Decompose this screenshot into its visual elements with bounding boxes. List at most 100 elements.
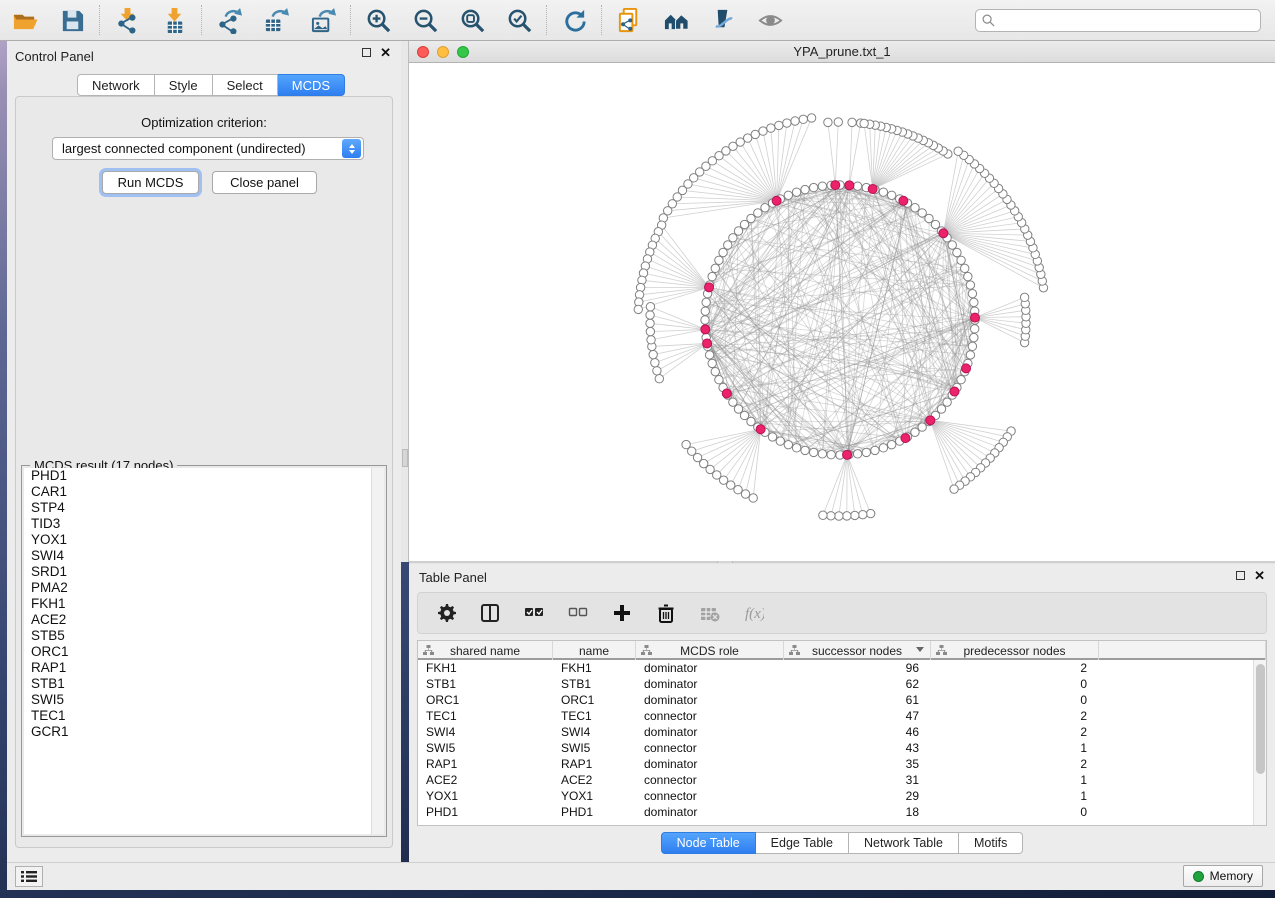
cell-successor-nodes[interactable]: 96: [784, 660, 931, 676]
float-panel-icon[interactable]: [362, 48, 371, 57]
cell-shared-name[interactable]: YOX1: [418, 788, 553, 804]
cell-predecessor-nodes[interactable]: 2: [931, 660, 1099, 676]
result-scrollbar[interactable]: [371, 468, 384, 834]
result-node-item[interactable]: SRD1: [24, 564, 384, 580]
zoom-in-icon[interactable]: [363, 5, 393, 35]
column-header-MCDS-role[interactable]: MCDS role: [636, 641, 784, 660]
tab-edge-table[interactable]: Edge Table: [756, 832, 849, 854]
tab-node-table[interactable]: Node Table: [661, 832, 756, 854]
table-row[interactable]: STB1STB1dominator620: [418, 676, 1266, 692]
cell-shared-name[interactable]: SWI5: [418, 740, 553, 756]
result-node-item[interactable]: YOX1: [24, 532, 384, 548]
cell-predecessor-nodes[interactable]: 0: [931, 676, 1099, 692]
cell-successor-nodes[interactable]: 29: [784, 788, 931, 804]
cell-shared-name[interactable]: SWI4: [418, 724, 553, 740]
result-node-item[interactable]: RAP1: [24, 660, 384, 676]
show-hide-icon[interactable]: [755, 5, 785, 35]
refresh-icon[interactable]: [559, 5, 589, 35]
show-panels-button[interactable]: [15, 866, 43, 887]
cell-shared-name[interactable]: PHD1: [418, 804, 553, 820]
table-scrollbar[interactable]: [1253, 660, 1266, 825]
cell-successor-nodes[interactable]: 46: [784, 724, 931, 740]
open-icon[interactable]: [10, 5, 40, 35]
result-node-item[interactable]: STB5: [24, 628, 384, 644]
mcds-result-list[interactable]: PHD1CAR1STP4TID3YOX1SWI4SRD1PMA2FKH1ACE2…: [24, 468, 384, 834]
cell-successor-nodes[interactable]: 35: [784, 756, 931, 772]
cell-name[interactable]: ACE2: [553, 772, 636, 788]
table-row[interactable]: ORC1ORC1dominator610: [418, 692, 1266, 708]
result-node-item[interactable]: TEC1: [24, 708, 384, 724]
column-header-successor-nodes[interactable]: successor nodes: [784, 641, 931, 660]
result-node-item[interactable]: STP4: [24, 500, 384, 516]
graphics-details-icon[interactable]: [708, 5, 738, 35]
cell-name[interactable]: FKH1: [553, 660, 636, 676]
float-panel-icon[interactable]: [1236, 571, 1245, 580]
cell-name[interactable]: STB1: [553, 676, 636, 692]
cell-predecessor-nodes[interactable]: 0: [931, 804, 1099, 820]
cell-successor-nodes[interactable]: 47: [784, 708, 931, 724]
cell-predecessor-nodes[interactable]: 0: [931, 692, 1099, 708]
cell-MCDS-role[interactable]: dominator: [636, 692, 784, 708]
cell-predecessor-nodes[interactable]: 1: [931, 788, 1099, 804]
cell-successor-nodes[interactable]: 18: [784, 804, 931, 820]
table-row[interactable]: TEC1TEC1connector472: [418, 708, 1266, 724]
tab-network-table[interactable]: Network Table: [849, 832, 959, 854]
export-table-icon[interactable]: [261, 5, 291, 35]
tab-style[interactable]: Style: [155, 74, 213, 96]
select-all-icon[interactable]: [522, 601, 546, 625]
tab-network[interactable]: Network: [77, 74, 155, 96]
result-node-item[interactable]: SWI4: [24, 548, 384, 564]
result-node-item[interactable]: GCR1: [24, 724, 384, 740]
cell-shared-name[interactable]: TEC1: [418, 708, 553, 724]
run-mcds-button[interactable]: Run MCDS: [102, 171, 199, 194]
cell-shared-name[interactable]: ACE2: [418, 772, 553, 788]
cell-successor-nodes[interactable]: 31: [784, 772, 931, 788]
result-node-item[interactable]: SWI5: [24, 692, 384, 708]
import-network-icon[interactable]: [112, 5, 142, 35]
export-image-icon[interactable]: [308, 5, 338, 35]
cell-shared-name[interactable]: RAP1: [418, 756, 553, 772]
result-node-item[interactable]: CAR1: [24, 484, 384, 500]
export-network-icon[interactable]: [214, 5, 244, 35]
tab-motifs[interactable]: Motifs: [959, 832, 1023, 854]
cell-MCDS-role[interactable]: dominator: [636, 676, 784, 692]
memory-button[interactable]: Memory: [1183, 865, 1263, 887]
cell-MCDS-role[interactable]: dominator: [636, 804, 784, 820]
cell-name[interactable]: SWI5: [553, 740, 636, 756]
cell-MCDS-role[interactable]: connector: [636, 740, 784, 756]
criterion-select[interactable]: largest connected component (undirected): [52, 137, 364, 160]
cell-name[interactable]: RAP1: [553, 756, 636, 772]
network-canvas[interactable]: [409, 63, 1275, 561]
table-row[interactable]: SWI5SWI5connector431: [418, 740, 1266, 756]
cell-predecessor-nodes[interactable]: 1: [931, 740, 1099, 756]
cell-predecessor-nodes[interactable]: 2: [931, 756, 1099, 772]
cell-name[interactable]: YOX1: [553, 788, 636, 804]
column-header-name[interactable]: name: [553, 641, 636, 660]
cell-shared-name[interactable]: STB1: [418, 676, 553, 692]
cell-successor-nodes[interactable]: 62: [784, 676, 931, 692]
tab-mcds[interactable]: MCDS: [278, 74, 345, 96]
close-panel-icon[interactable]: ✕: [1254, 571, 1265, 580]
result-node-item[interactable]: FKH1: [24, 596, 384, 612]
cell-MCDS-role[interactable]: dominator: [636, 724, 784, 740]
result-node-item[interactable]: TID3: [24, 516, 384, 532]
column-header-shared-name[interactable]: shared name: [418, 641, 553, 660]
first-neighbors-icon[interactable]: [661, 5, 691, 35]
save-icon[interactable]: [57, 5, 87, 35]
close-panel-icon[interactable]: ✕: [380, 48, 391, 57]
deselect-all-icon[interactable]: [566, 601, 590, 625]
cell-name[interactable]: ORC1: [553, 692, 636, 708]
cell-MCDS-role[interactable]: connector: [636, 708, 784, 724]
cell-successor-nodes[interactable]: 43: [784, 740, 931, 756]
settings-icon[interactable]: [434, 601, 458, 625]
zoom-out-icon[interactable]: [410, 5, 440, 35]
zoom-fit-icon[interactable]: [457, 5, 487, 35]
result-node-item[interactable]: PMA2: [24, 580, 384, 596]
result-node-item[interactable]: ORC1: [24, 644, 384, 660]
cell-MCDS-role[interactable]: dominator: [636, 660, 784, 676]
table-row[interactable]: RAP1RAP1dominator352: [418, 756, 1266, 772]
zoom-selected-icon[interactable]: [504, 5, 534, 35]
add-icon[interactable]: [610, 601, 634, 625]
cell-MCDS-role[interactable]: connector: [636, 788, 784, 804]
search-input[interactable]: [1000, 13, 1254, 27]
